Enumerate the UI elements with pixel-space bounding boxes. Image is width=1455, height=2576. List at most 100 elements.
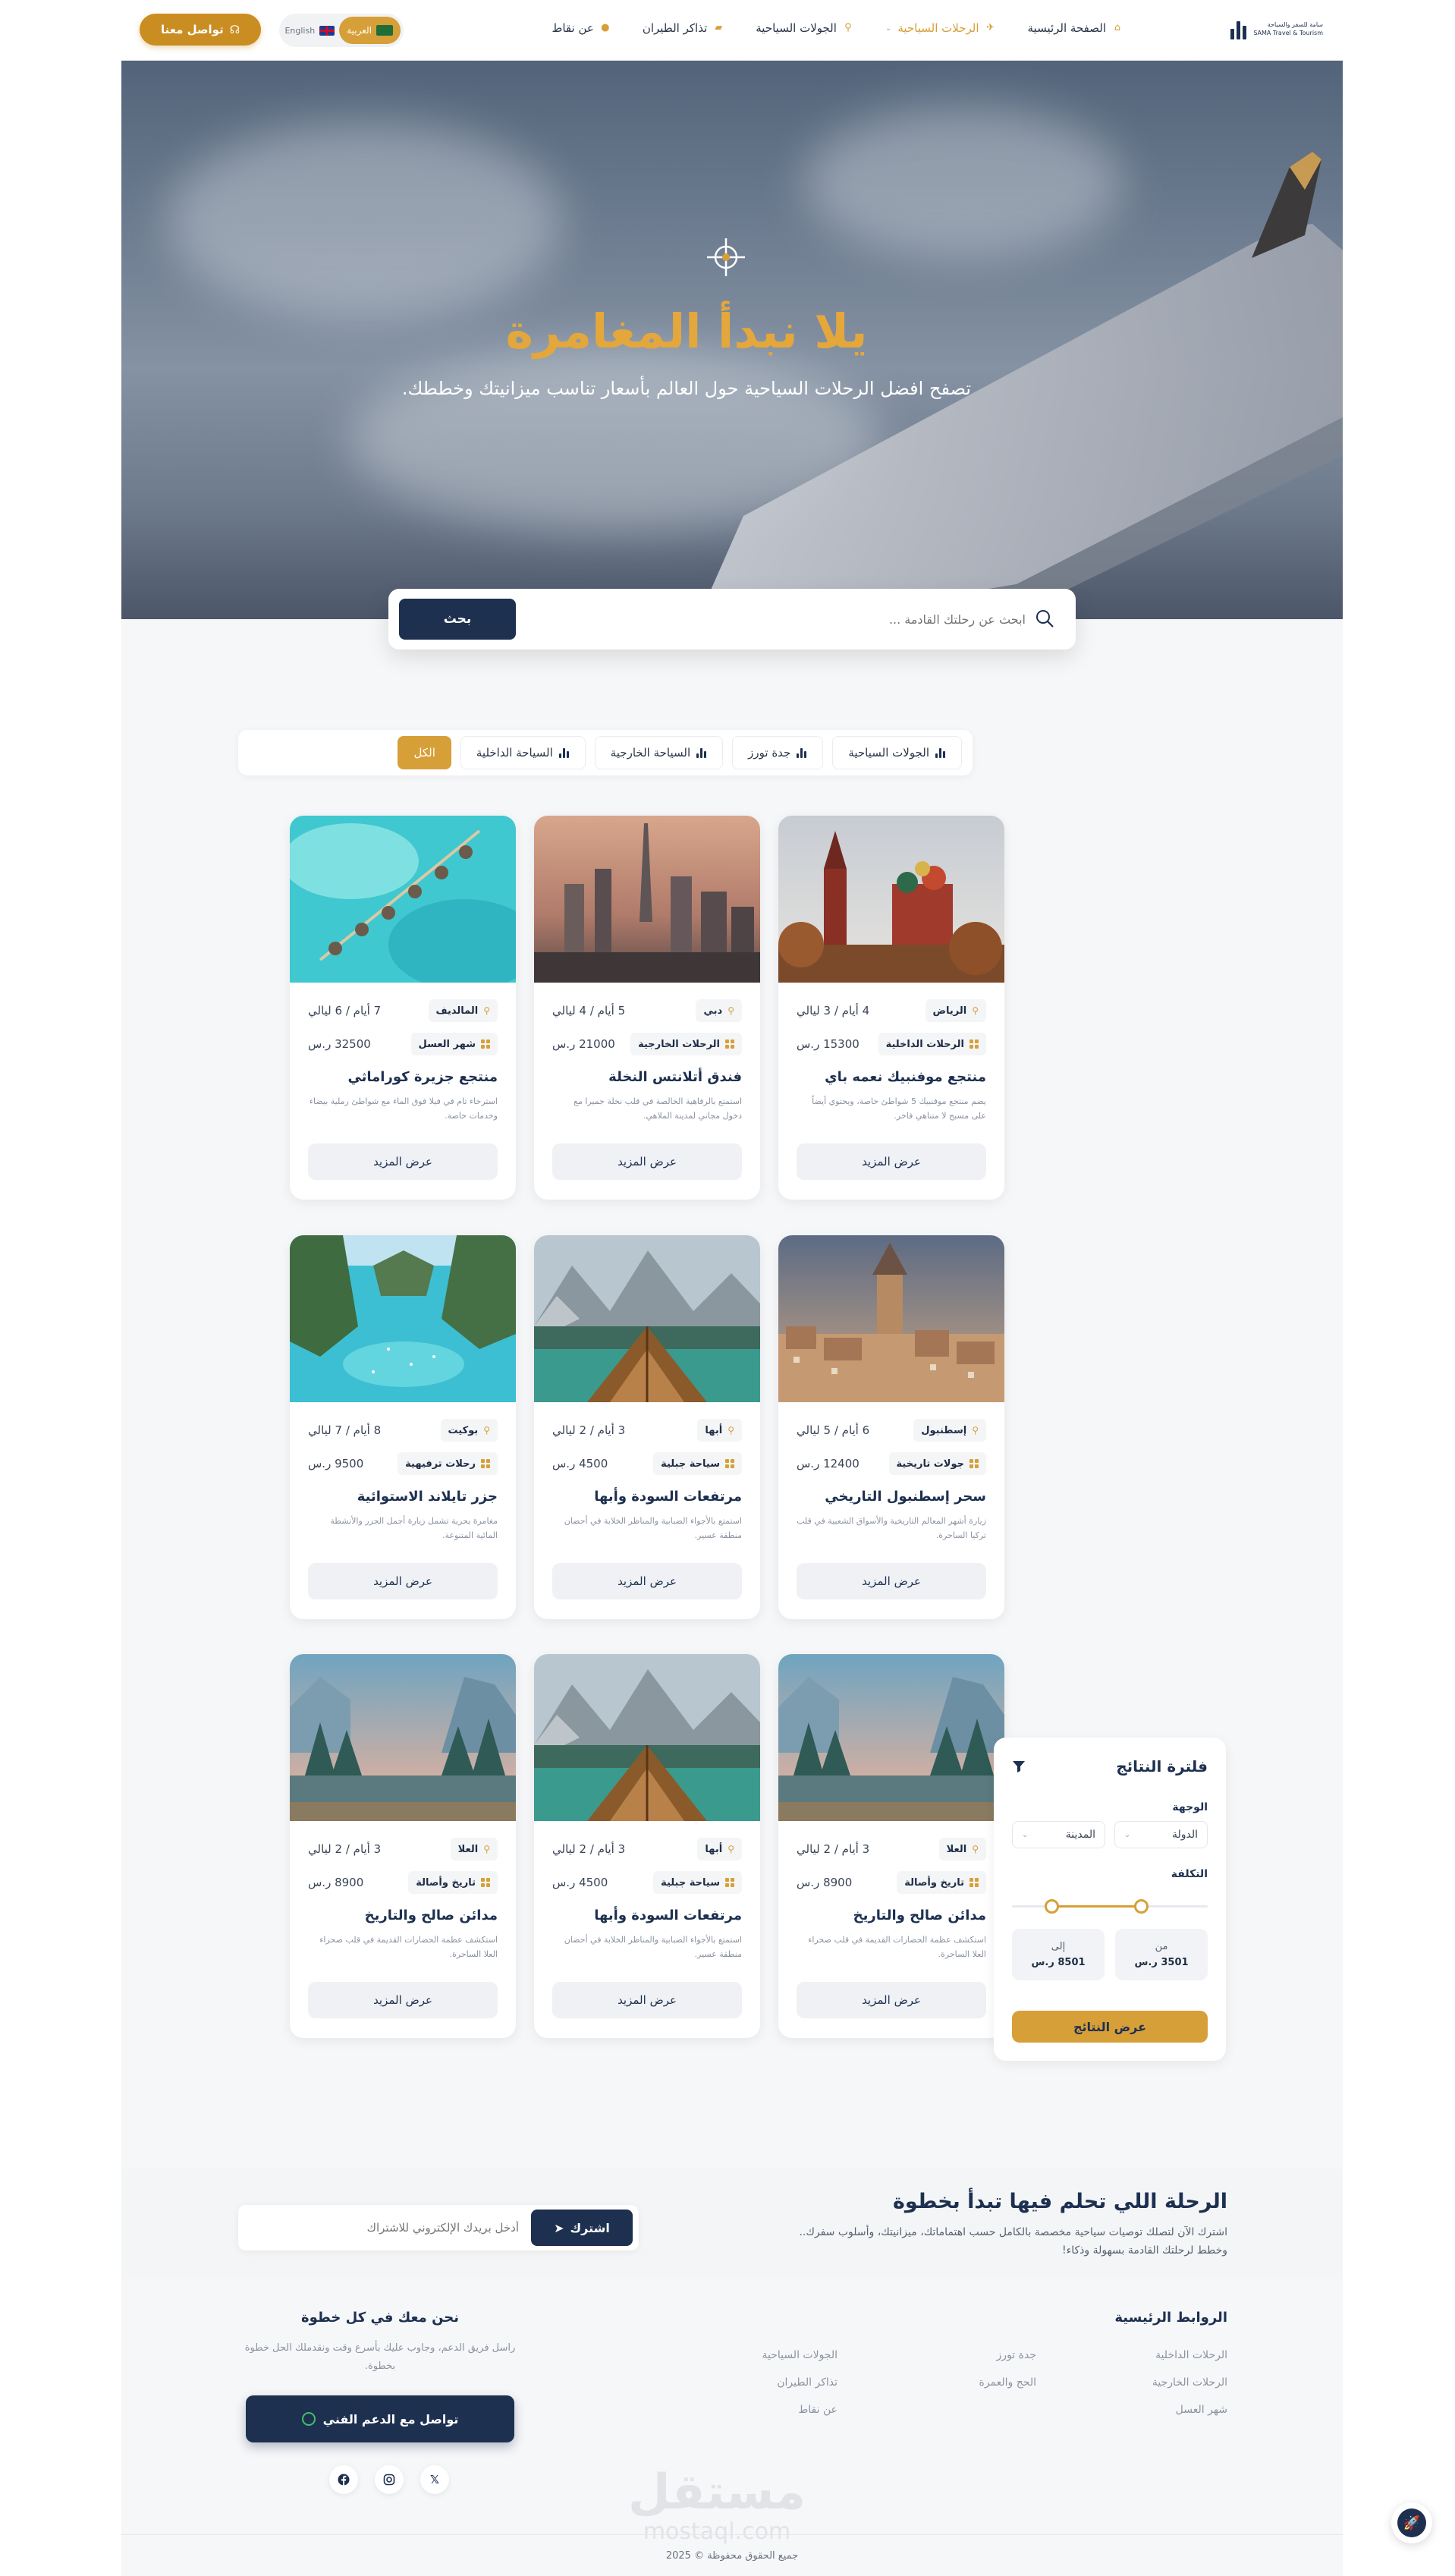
coin-icon: ● — [601, 22, 610, 33]
facebook-icon[interactable] — [329, 2465, 358, 2494]
search-button[interactable]: بحث — [399, 599, 516, 640]
search-input[interactable] — [516, 600, 1065, 638]
footer-link[interactable]: شهر العسل — [1152, 2404, 1227, 2416]
language-switcher: العربية English — [279, 14, 404, 47]
footer-link[interactable]: الرحلات الداخلية — [1152, 2349, 1227, 2361]
search-bar: بحث — [388, 589, 1076, 650]
trip-meta-row: جولات تاريخية 12400 ر.س — [797, 1452, 986, 1475]
tab-tours[interactable]: الجولات السياحية — [832, 736, 962, 769]
trip-duration: 7 أيام / 6 ليالي — [308, 1004, 382, 1018]
subscribe-button[interactable]: اشترك ➤ — [531, 2210, 633, 2246]
copyright-bar: جميع الحقوق محفوظة © 2025 — [121, 2534, 1343, 2576]
search-icon — [1036, 610, 1054, 627]
location-chip: ⚲ إسطنبول — [913, 1419, 986, 1442]
trip-card[interactable]: ⚲ بوكيت 8 أيام / 7 ليالي رحلات ترفيهية 9500 … — [290, 1235, 516, 1619]
instagram-icon[interactable] — [375, 2465, 404, 2494]
range-from[interactable]: من 3501 ر.س — [1115, 1929, 1208, 1980]
tab-internal-tourism[interactable]: السياحة الداخلية — [460, 736, 586, 769]
watermark-logo: مستقل mostaql.com — [627, 2464, 806, 2545]
contact-us-button[interactable]: ☊ تواصل معنا — [140, 14, 261, 46]
main-nav: ⌂ الصفحة الرئيسية ✈ الرحلات السياحية ⌄ ⚲… — [552, 21, 1123, 35]
bar-chart-icon — [935, 747, 946, 758]
trip-title: جزر تايلاند الاستوائية — [357, 1489, 498, 1505]
view-more-button[interactable]: عرض المزيد — [308, 1563, 498, 1599]
footer-link[interactable]: الحج والعمرة — [979, 2376, 1036, 2389]
view-more-button[interactable]: عرض المزيد — [552, 1982, 742, 2018]
category-icon — [725, 1040, 734, 1049]
nav-trips[interactable]: ✈ الرحلات السياحية ⌄ — [885, 21, 996, 35]
support-block: نحن معك في كل خطوة راسل فريق الدعم، وجاو… — [244, 2310, 516, 2442]
trip-meta-row: ⚲ أبها 3 أيام / 2 ليالي — [552, 1419, 742, 1442]
view-more-button[interactable]: عرض المزيد — [552, 1143, 742, 1180]
trip-card[interactable]: ⚲ المالديف 7 أيام / 6 ليالي شهر العسل 32500 … — [290, 816, 516, 1200]
location-chip: ⚲ العلا — [450, 1838, 498, 1860]
trip-meta-row: ⚲ العلا 3 أيام / 2 ليالي — [797, 1838, 986, 1860]
trip-image — [778, 1235, 1004, 1402]
trip-duration: 3 أيام / 2 ليالي — [308, 1842, 382, 1856]
hero-banner: يلا نبدأ المغامرة تصفح افضل الرحلات السي… — [121, 61, 1343, 619]
trip-title: منتجع موفنبيك نعمه باي — [825, 1069, 986, 1085]
show-results-button[interactable]: عرض النتائج — [1012, 2011, 1208, 2043]
view-more-button[interactable]: عرض المزيد — [308, 1143, 498, 1180]
bar-chart-icon — [797, 747, 807, 758]
city-select[interactable]: المدينة ⌄ — [1012, 1821, 1105, 1848]
trip-meta-row: ⚲ دبي 5 أيام / 4 ليالي — [552, 999, 742, 1022]
footer-link[interactable]: الرحلات الخارجية — [1152, 2376, 1227, 2389]
footer-link[interactable]: تذاكر الطيران — [762, 2376, 837, 2389]
nav-about[interactable]: ● عن نقاط — [552, 21, 610, 35]
trip-description: مغامرة بحرية تشمل زيارة أجمل الجزر والأن… — [330, 1516, 498, 1540]
footer-links-col-3: الجولات السياحية تذاكر الطيران عن نقاط — [762, 2349, 837, 2416]
x-icon[interactable]: 𝕏 — [420, 2465, 449, 2494]
lang-english-option[interactable]: English — [284, 25, 335, 36]
footer-link[interactable]: الجولات السياحية — [762, 2349, 837, 2361]
trip-card[interactable]: ⚲ أبها 3 أيام / 2 ليالي سياحة جبلية 4500 ر.س… — [534, 1654, 760, 2038]
plane-icon: ✈ — [986, 22, 995, 33]
site-logo[interactable]: سامة للسفر والسياحة SAMA Travel & Touris… — [1230, 18, 1323, 39]
trip-title: مرتفعات السودة وأبها — [594, 1489, 742, 1505]
location-chip: ⚲ دبي — [696, 999, 742, 1022]
map-pin-icon: ⚲ — [972, 1425, 979, 1436]
newsletter-title: الرحلة اللي تحلم فيها تبدأ بخطوة — [892, 2190, 1227, 2213]
footer-link[interactable]: عن نقاط — [762, 2404, 837, 2416]
country-select[interactable]: الدولة ⌄ — [1114, 1821, 1208, 1848]
slider-handle-max[interactable] — [1134, 1899, 1149, 1914]
trip-title: منتجع جزيرة كوراماثي — [347, 1069, 498, 1085]
range-to[interactable]: إلى 8501 ر.س — [1012, 1929, 1105, 1980]
trip-title: مرتفعات السودة وأبها — [594, 1908, 742, 1923]
trip-card[interactable]: ⚲ العلا 3 أيام / 2 ليالي تاريخ وأصالة 8900 ر… — [778, 1654, 1004, 2038]
scroll-top-button[interactable]: 🚀 — [1391, 2502, 1432, 2543]
tab-external-tourism[interactable]: السياحة الخارجية — [594, 736, 724, 769]
view-more-button[interactable]: عرض المزيد — [797, 1982, 986, 2018]
cost-range-slider[interactable] — [1012, 1898, 1208, 1914]
tab-jeddah-tours[interactable]: جدة تورز — [732, 736, 824, 769]
view-more-button[interactable]: عرض المزيد — [308, 1982, 498, 2018]
trip-meta-row: ⚲ بوكيت 8 أيام / 7 ليالي — [308, 1419, 498, 1442]
slider-handle-min[interactable] — [1044, 1899, 1059, 1914]
view-more-button[interactable]: عرض المزيد — [797, 1563, 986, 1599]
trip-card[interactable]: ⚲ دبي 5 أيام / 4 ليالي الرحلات الخارجية 2100… — [534, 816, 760, 1200]
email-field[interactable] — [244, 2221, 531, 2235]
tab-all[interactable]: الكل — [398, 736, 451, 769]
footer-link[interactable]: جدة تورز — [979, 2349, 1036, 2361]
trip-meta-row: سياحة جبلية 4500 ر.س — [552, 1871, 742, 1894]
trip-card[interactable]: ⚲ أبها 3 أيام / 2 ليالي سياحة جبلية 4500 ر.س… — [534, 1235, 760, 1619]
trip-meta-row: ⚲ أبها 3 أيام / 2 ليالي — [552, 1838, 742, 1860]
hero-subtitle: تصفح افضل الرحلات السياحية حول العالم بأ… — [401, 378, 972, 399]
funnel-icon — [1013, 1761, 1025, 1772]
lang-arabic-option[interactable]: العربية — [339, 17, 401, 44]
nav-tours[interactable]: ⚲ الجولات السياحية — [756, 21, 853, 35]
nav-home[interactable]: ⌂ الصفحة الرئيسية — [1028, 21, 1123, 35]
category-chip: الرحلات الداخلية — [878, 1033, 986, 1055]
view-more-button[interactable]: عرض المزيد — [797, 1143, 986, 1180]
trip-card[interactable]: ⚲ إسطنبول 6 أيام / 5 ليالي جولات تاريخية 124… — [778, 1235, 1004, 1619]
contact-support-button[interactable]: تواصل مع الدعم الفني — [246, 2395, 514, 2442]
trip-image — [778, 1654, 1004, 1821]
crosshair-icon — [707, 238, 745, 276]
trip-card[interactable]: ⚲ الرياض 4 أيام / 3 ليالي الرحلات الداخلية 1… — [778, 816, 1004, 1200]
nav-flights[interactable]: ▰ تذاكر الطيران — [643, 21, 724, 35]
trip-meta-row: ⚲ المالديف 7 أيام / 6 ليالي — [308, 999, 498, 1022]
trip-meta-row: تاريخ وأصالة 8900 ر.س — [308, 1871, 498, 1894]
trip-duration: 6 أيام / 5 ليالي — [797, 1423, 870, 1437]
view-more-button[interactable]: عرض المزيد — [552, 1563, 742, 1599]
trip-card[interactable]: ⚲ العلا 3 أيام / 2 ليالي تاريخ وأصالة 8900 ر… — [290, 1654, 516, 2038]
